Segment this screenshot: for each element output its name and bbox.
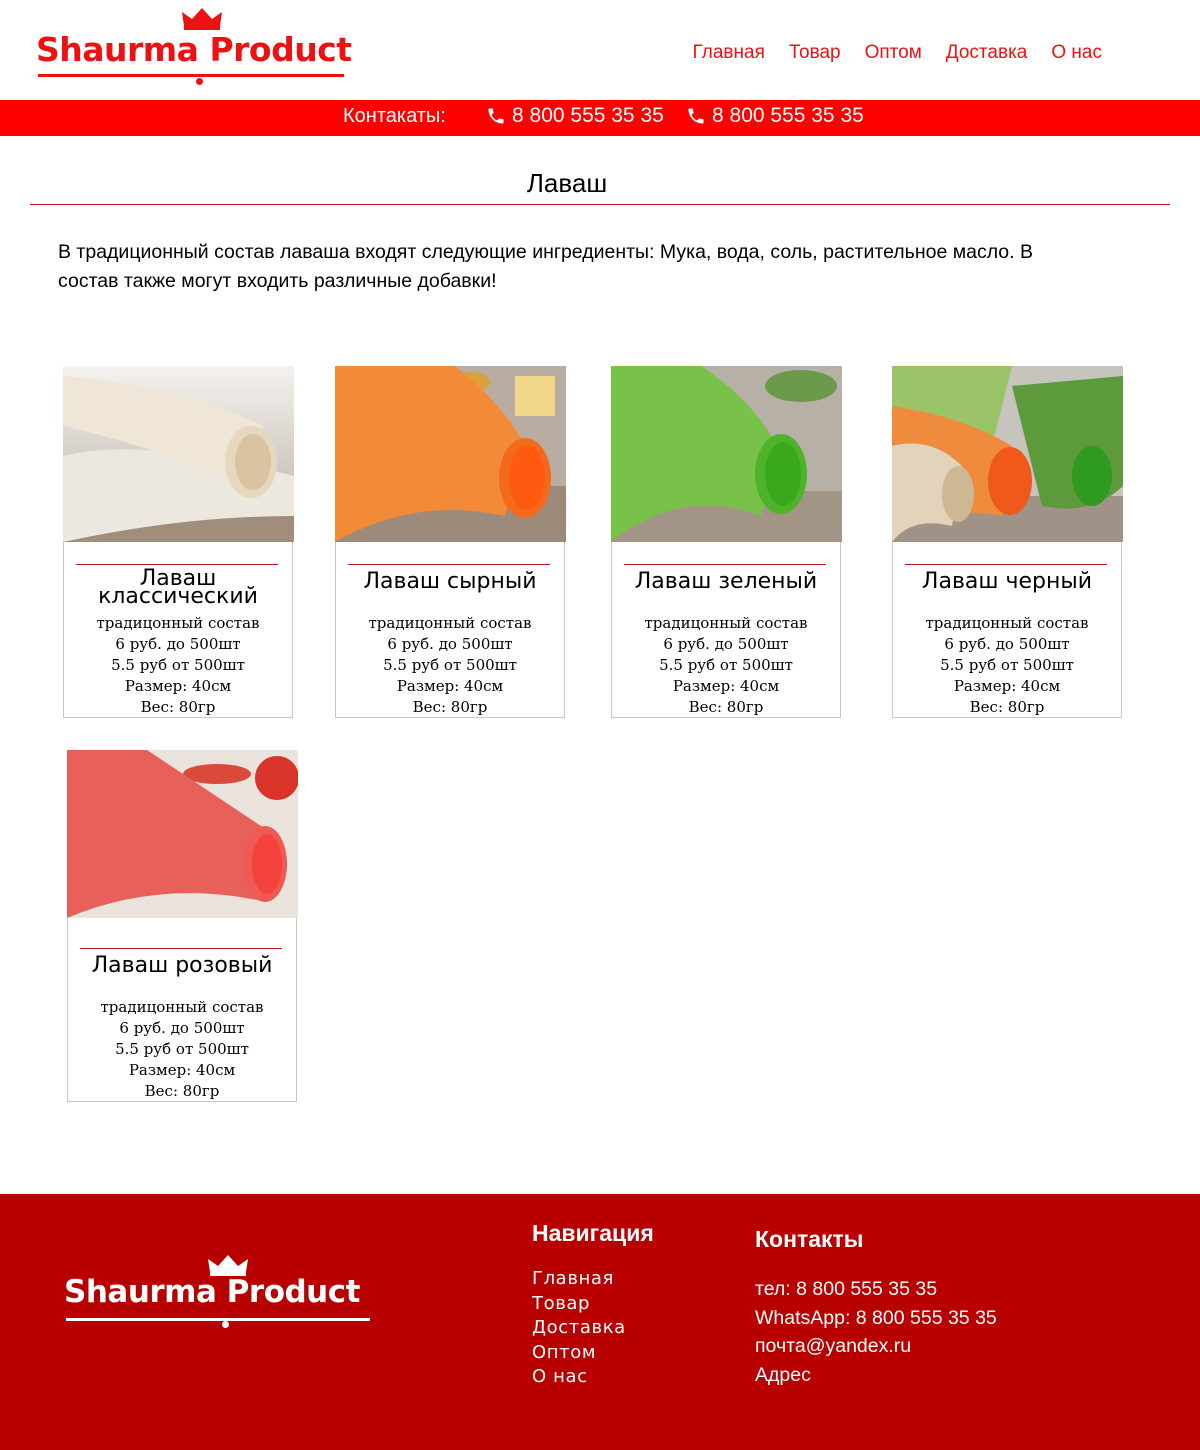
product-info: традицонный состав 6 руб. до 500шт 5.5 р… <box>336 613 564 718</box>
product-composition: традицонный состав <box>100 998 264 1016</box>
product-price-bulk: 5.5 руб от 500шт <box>115 1040 249 1058</box>
crown-icon <box>208 1255 248 1276</box>
crown-icon <box>182 8 222 30</box>
product-size: Размер: 40см <box>396 677 504 695</box>
phone-link-1[interactable]: 8 800 555 35 35 <box>486 104 664 128</box>
card-divider <box>624 564 826 565</box>
page-title: Лаваш <box>526 168 608 198</box>
product-image-white-lavash <box>63 366 294 542</box>
footer-nav-delivery[interactable]: Доставка <box>532 1316 654 1341</box>
product-image-orange-lavash <box>335 366 566 542</box>
product-composition: традицонный состав <box>644 614 808 632</box>
nav-delivery[interactable]: Доставка <box>946 42 1028 64</box>
contacts-label: Контакаты: <box>343 105 446 127</box>
product-image-green-lavash <box>611 366 842 542</box>
product-weight: Вес: 80гр <box>140 698 216 716</box>
footer-contacts-title: Контакты <box>755 1226 864 1252</box>
product-weight: Вес: 80гр <box>688 698 764 716</box>
product-card-cheese[interactable]: Лаваш сырный традицонный состав 6 руб. д… <box>335 366 566 718</box>
site-header: Shaurma Product Главная Товар Оптом Дост… <box>0 0 1200 100</box>
product-image-pink-lavash <box>67 750 298 918</box>
nav-wholesale[interactable]: Оптом <box>865 42 922 64</box>
product-size: Размер: 40см <box>124 677 232 695</box>
product-price-bulk: 5.5 руб от 500шт <box>940 656 1074 674</box>
product-image-mixed-lavash <box>892 366 1123 542</box>
footer-nav-wholesale[interactable]: Оптом <box>532 1341 654 1366</box>
product-size: Размер: 40см <box>953 677 1061 695</box>
product-name: Лаваш сырный <box>363 569 537 594</box>
title-divider <box>30 204 1170 205</box>
product-weight: Вес: 80гр <box>412 698 488 716</box>
product-size: Размер: 40см <box>672 677 780 695</box>
footer-contacts: Контакты тел: 8 800 555 35 35 WhatsApp: … <box>755 1226 997 1389</box>
product-price-bulk: 5.5 руб от 500шт <box>111 656 245 674</box>
main-nav: Главная Товар Оптом Доставка О нас <box>669 42 1102 64</box>
product-price-bulk: 5.5 руб от 500шт <box>383 656 517 674</box>
footer-address: Адрес <box>755 1363 811 1386</box>
nav-about[interactable]: О нас <box>1051 42 1102 64</box>
site-footer: Shaurma Product Навигация Главная Товар … <box>0 1194 1200 1450</box>
footer-nav: Навигация Главная Товар Доставка Оптом О… <box>532 1220 654 1390</box>
product-info: традицонный состав 6 руб. до 500шт 5.5 р… <box>64 613 292 718</box>
product-composition: традицонный состав <box>368 614 532 632</box>
product-price-small: 6 руб. до 500шт <box>663 635 789 653</box>
product-size: Размер: 40см <box>128 1061 236 1079</box>
product-card-black[interactable]: Лаваш черный традицонный состав 6 руб. д… <box>892 366 1123 718</box>
footer-nav-products[interactable]: Товар <box>532 1292 654 1317</box>
logo-underline <box>66 1318 370 1321</box>
product-info: традицонный состав 6 руб. до 500шт 5.5 р… <box>612 613 840 718</box>
phone-link-2[interactable]: 8 800 555 35 35 <box>686 104 864 128</box>
footer-whatsapp[interactable]: WhatsApp: 8 800 555 35 35 <box>755 1304 997 1333</box>
card-divider <box>76 564 278 565</box>
nav-home[interactable]: Главная <box>693 42 765 64</box>
footer-logo-text: Shaurma Product <box>64 1274 360 1310</box>
logo-dot <box>222 1321 229 1328</box>
product-composition: традицонный состав <box>925 614 1089 632</box>
logo-underline <box>38 74 344 77</box>
product-price-small: 6 руб. до 500шт <box>119 1019 245 1037</box>
product-name: Лаваш классический <box>98 566 258 609</box>
phone-number-2: 8 800 555 35 35 <box>712 104 864 127</box>
footer-phone[interactable]: тел: 8 800 555 35 35 <box>755 1275 997 1304</box>
product-info: традицонный состав 6 руб. до 500шт 5.5 р… <box>893 613 1121 718</box>
card-divider <box>905 564 1107 565</box>
card-divider <box>348 564 550 565</box>
product-name: Лаваш розовый <box>91 953 273 978</box>
product-composition: традицонный состав <box>96 614 260 632</box>
product-name: Лаваш черный <box>921 569 1093 594</box>
brand-logo[interactable]: Shaurma Product <box>36 6 352 86</box>
brand-logo-text: Shaurma Product <box>36 30 352 69</box>
card-divider <box>80 948 282 949</box>
phone-icon <box>688 108 704 124</box>
product-weight: Вес: 80гр <box>969 698 1045 716</box>
footer-logo[interactable]: Shaurma Product <box>64 1254 374 1334</box>
product-card-green[interactable]: Лаваш зеленый традицонный состав 6 руб. … <box>611 366 842 718</box>
footer-nav-about[interactable]: О нас <box>532 1365 654 1390</box>
intro-text: В традиционный состав лаваша входят след… <box>58 241 1033 292</box>
product-price-small: 6 руб. до 500шт <box>387 635 513 653</box>
phone-icon <box>488 108 504 124</box>
product-price-bulk: 5.5 руб от 500шт <box>659 656 793 674</box>
product-price-small: 6 руб. до 500шт <box>115 635 241 653</box>
product-price-small: 6 руб. до 500шт <box>944 635 1070 653</box>
product-weight: Вес: 80гр <box>144 1082 220 1100</box>
product-info: традицонный состав 6 руб. до 500шт 5.5 р… <box>68 997 296 1102</box>
footer-nav-title: Навигация <box>532 1220 654 1246</box>
logo-dot <box>196 78 203 85</box>
nav-products[interactable]: Товар <box>789 42 841 64</box>
footer-email[interactable]: почта@yandex.ru <box>755 1332 997 1361</box>
footer-nav-home[interactable]: Главная <box>532 1267 654 1292</box>
contact-bar: Контакаты: 8 800 555 35 35 8 800 555 35 … <box>0 100 1200 136</box>
product-card-classic[interactable]: Лаваш классический традицонный состав 6 … <box>63 366 294 718</box>
phone-number-1: 8 800 555 35 35 <box>512 104 664 127</box>
product-name: Лаваш зеленый <box>634 569 818 594</box>
product-card-pink[interactable]: Лаваш розовый традицонный состав 6 руб. … <box>67 750 298 1102</box>
